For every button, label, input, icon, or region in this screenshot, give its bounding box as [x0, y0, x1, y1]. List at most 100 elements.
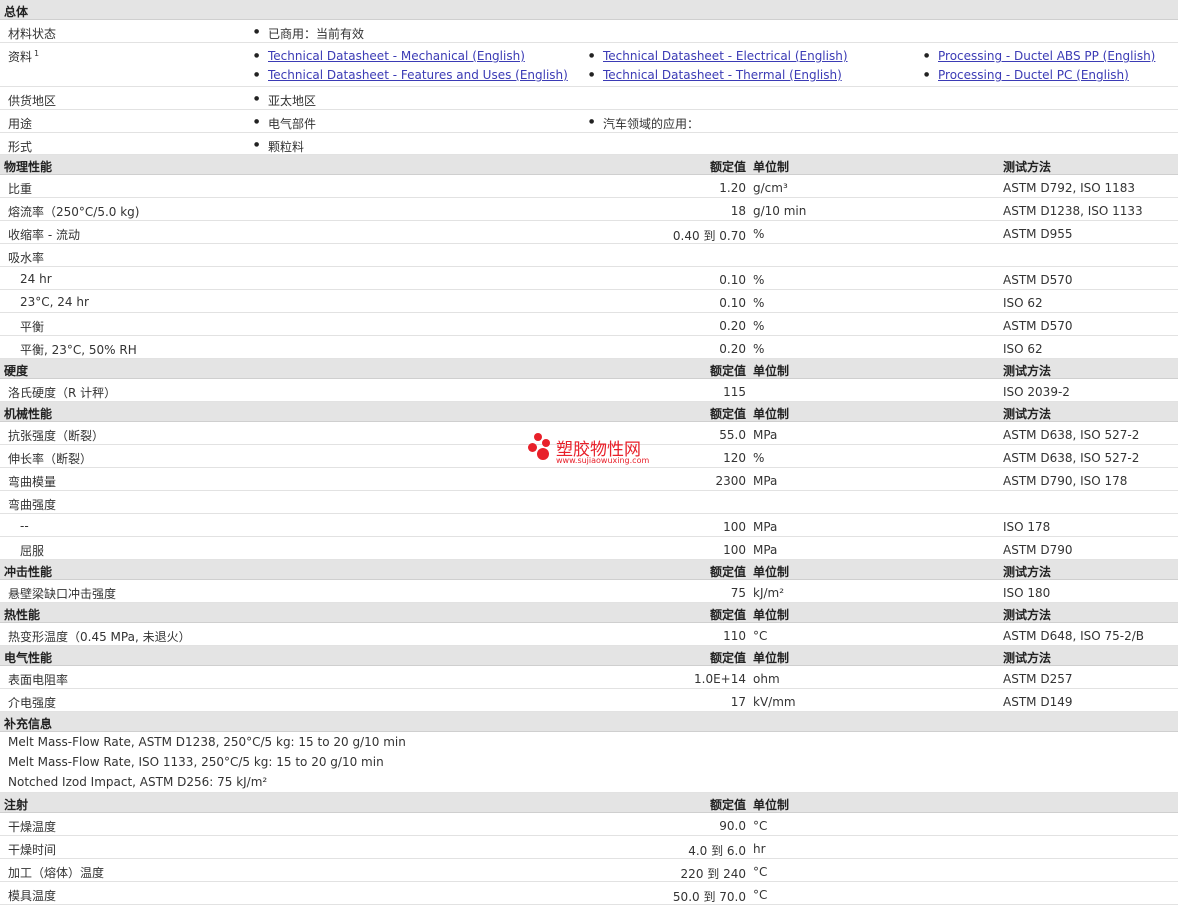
physical-rows: 比重 1.20 g/cm³ ASTM D792, ISO 1183 熔流率（250°C/…	[0, 175, 1178, 359]
use-label: 用途	[8, 117, 33, 131]
property-label: 表面电阻率	[8, 673, 69, 687]
link-processing-abs-pp[interactable]: Processing - Ductel ABS PP (English)	[938, 49, 1155, 63]
property-row: -- 100 MPa ISO 178	[0, 514, 1178, 537]
property-test-method: ASTM D570	[1003, 273, 1073, 287]
header-unit: 单位制	[753, 651, 790, 665]
section-general: 总体	[0, 0, 1178, 20]
section-injection: 注射 额定值 单位制	[0, 793, 1178, 813]
property-row: 比重 1.20 g/cm³ ASTM D792, ISO 1183	[0, 175, 1178, 198]
property-row: 平衡, 23°C, 50% RH 0.20% ISO 62	[0, 336, 1178, 359]
property-value: 110	[723, 629, 746, 643]
header-value: 额定值	[709, 565, 746, 579]
property-test-method: ASTM D792, ISO 1183	[1003, 181, 1136, 195]
property-row: 洛氏硬度（R 计秤） 115 ISO 2039-2	[0, 379, 1178, 402]
section-hardness: 硬度 额定值 单位制 测试方法	[0, 359, 1178, 379]
property-row: 弯曲模量 2300 MPa ASTM D790, ISO 178	[0, 468, 1178, 491]
property-unit: MPa	[753, 520, 778, 534]
supplemental-line: Notched Izod Impact, ASTM D256: 75 kJ/m²	[0, 772, 1178, 793]
section-title: 总体	[4, 5, 29, 19]
property-value: 4.0 到 6.0	[688, 844, 746, 858]
header-value: 额定值	[709, 160, 746, 174]
supplemental-line: Melt Mass-Flow Rate, ISO 1133, 250°C/5 k…	[8, 755, 384, 769]
header-unit: 单位制	[753, 608, 790, 622]
property-test-method: ISO 62	[1003, 342, 1043, 356]
section-title: 热性能	[4, 608, 41, 622]
property-value: 120	[723, 451, 746, 465]
property-label: 洛氏硬度（R 计秤）	[8, 386, 117, 400]
property-label: 收缩率 - 流动	[8, 228, 80, 242]
property-unit: °C	[753, 819, 768, 833]
property-unit: MPa	[753, 474, 778, 488]
docs-label: 资料 1	[8, 49, 40, 64]
property-value: 100	[723, 520, 746, 534]
property-unit: kV/mm	[753, 695, 796, 709]
section-title: 物理性能	[4, 160, 53, 174]
header-value: 额定值	[709, 407, 746, 421]
property-value: 1.20	[719, 181, 746, 195]
header-value: 额定值	[709, 651, 746, 665]
hardness-rows: 洛氏硬度（R 计秤） 115 ISO 2039-2	[0, 379, 1178, 402]
property-unit: °C	[753, 888, 768, 902]
watermark-url: www.sujiaowuxing.com	[556, 456, 650, 465]
property-unit: °C	[753, 629, 768, 643]
section-title: 注射	[4, 798, 29, 812]
header-test: 测试方法	[1003, 407, 1052, 421]
property-test-method: ASTM D648, ISO 75-2/B	[1003, 629, 1145, 643]
property-row: 屈服 100 MPa ASTM D790	[0, 537, 1178, 560]
property-row: 平衡 0.20% ASTM D570	[0, 313, 1178, 336]
row-status: 材料状态 已商用：当前有效	[0, 20, 1178, 43]
header-test: 测试方法	[1003, 651, 1052, 665]
header-test: 测试方法	[1003, 565, 1052, 579]
section-electrical: 电气性能 额定值 单位制 测试方法	[0, 646, 1178, 666]
property-test-method: ASTM D790, ISO 178	[1003, 474, 1128, 488]
row-region: 供货地区 亚太地区	[0, 87, 1178, 110]
header-test: 测试方法	[1003, 364, 1052, 378]
property-unit: MPa	[753, 543, 778, 557]
property-value: 115	[723, 385, 746, 399]
property-label: 屈服	[20, 544, 45, 558]
property-test-method: ASTM D790	[1003, 543, 1073, 557]
form-value: 颗粒料	[254, 138, 304, 155]
property-value: 0.10	[719, 273, 746, 287]
header-unit: 单位制	[753, 364, 790, 378]
link-processing-pc[interactable]: Processing - Ductel PC (English)	[938, 68, 1129, 82]
property-test-method: ISO 180	[1003, 586, 1051, 600]
property-label: 24 hr	[20, 272, 52, 286]
thermal-rows: 热变形温度（0.45 MPa, 未退火） 110 °C ASTM D648, ISO …	[0, 623, 1178, 646]
region-label: 供货地区	[8, 94, 57, 108]
property-label: 弯曲模量	[8, 475, 57, 489]
section-thermal: 热性能 额定值 单位制 测试方法	[0, 603, 1178, 623]
row-use: 用途 电气部件 汽车领域的应用：	[0, 110, 1178, 133]
property-label: 抗张强度（断裂）	[8, 429, 105, 443]
property-row: 熔流率（250°C/5.0 kg) 18 g/10 min ASTM D1238, I…	[0, 198, 1178, 221]
property-value: 0.20	[719, 319, 746, 333]
section-title: 电气性能	[4, 651, 53, 665]
property-unit: hr	[753, 842, 766, 856]
property-row: 吸水率	[0, 244, 1178, 267]
property-label: 23°C, 24 hr	[20, 295, 89, 309]
property-label: 加工（熔体）温度	[8, 866, 105, 880]
property-row: 介电强度 17 kV/mm ASTM D149	[0, 689, 1178, 712]
property-row: 23°C, 24 hr 0.10% ISO 62	[0, 290, 1178, 313]
link-mechanical[interactable]: Technical Datasheet - Mechanical (Englis…	[268, 49, 525, 63]
property-unit: %	[753, 319, 765, 333]
header-value: 额定值	[709, 364, 746, 378]
property-value: 100	[723, 543, 746, 557]
use-value-2: 汽车领域的应用：	[589, 115, 699, 132]
link-features[interactable]: Technical Datasheet - Features and Uses …	[268, 68, 568, 82]
property-label: 悬壁梁缺口冲击强度	[8, 587, 117, 601]
property-test-method: ASTM D149	[1003, 695, 1073, 709]
link-electrical[interactable]: Technical Datasheet - Electrical (Englis…	[603, 49, 848, 63]
property-value: 0.40 到 0.70	[672, 229, 746, 243]
property-unit: %	[753, 296, 765, 310]
property-test-method: ASTM D257	[1003, 672, 1073, 686]
property-row: 收缩率 - 流动 0.40 到 0.70% ASTM D955	[0, 221, 1178, 244]
property-test-method: ISO 2039-2	[1003, 385, 1070, 399]
section-title: 补充信息	[4, 717, 53, 731]
property-unit: g/cm³	[753, 181, 788, 195]
header-unit: 单位制	[753, 565, 790, 579]
link-thermal[interactable]: Technical Datasheet - Thermal (English)	[603, 68, 842, 82]
property-label: 弯曲强度	[8, 498, 57, 512]
row-form: 形式 颗粒料	[0, 133, 1178, 155]
header-test: 测试方法	[1003, 160, 1052, 174]
